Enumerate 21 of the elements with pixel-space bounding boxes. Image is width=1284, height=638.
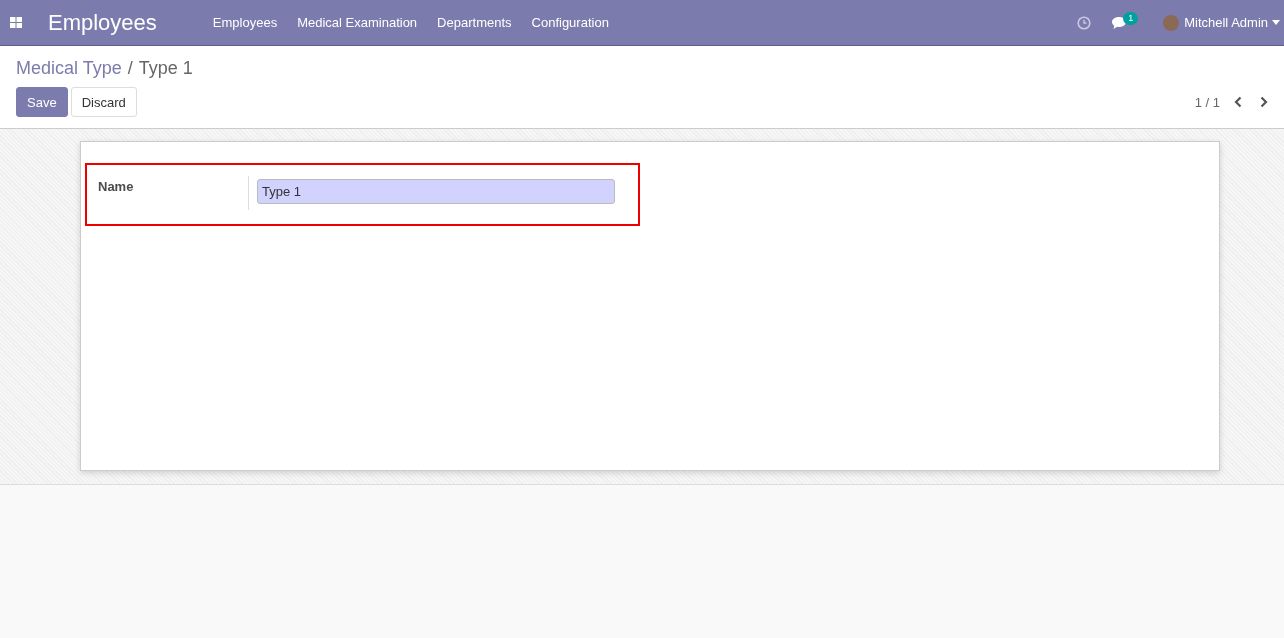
menu-item[interactable]: Departments (427, 15, 522, 30)
breadcrumb-separator: / (127, 58, 133, 79)
next-chevron-icon[interactable] (1260, 96, 1268, 108)
message-count-badge: 1 (1123, 11, 1139, 25)
chat-icon[interactable] (1111, 15, 1128, 30)
save-button[interactable]: Save (16, 87, 68, 117)
previous-chevron-icon[interactable] (1234, 96, 1242, 108)
clock-icon[interactable] (1077, 15, 1092, 30)
field-label: Name (98, 179, 135, 196)
app-title: Employees (48, 9, 157, 36)
discard-button[interactable]: Discard (70, 87, 137, 117)
caret-icon[interactable] (1272, 20, 1280, 25)
apps-grid-icon[interactable] (10, 16, 22, 29)
pager-counter: 1 / 1 (1194, 94, 1220, 110)
name-input-field[interactable]: Type 1 (257, 179, 615, 204)
breadcrumb-link[interactable]: Medical Type (16, 58, 122, 79)
menu-item[interactable]: Configuration (521, 15, 619, 30)
menu-item[interactable]: Medical Examination (287, 15, 428, 30)
menu-item[interactable]: Employees (202, 15, 288, 30)
breadcrumb-current: Type 1 (138, 58, 193, 79)
user-menu[interactable]: Mitchell Admin (1184, 15, 1268, 30)
